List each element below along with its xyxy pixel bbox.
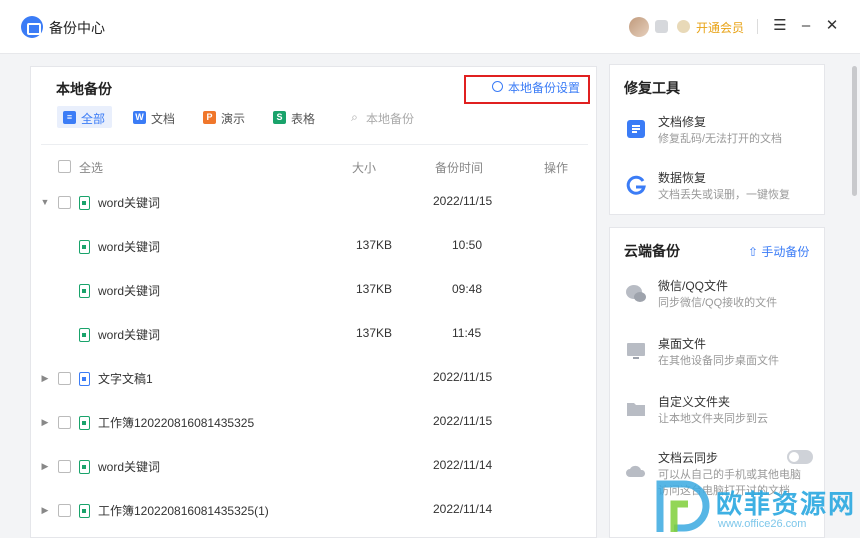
table-row[interactable]: ▼ word关键词 2022/11/15 [31,181,596,225]
vip-shield-icon [677,20,690,33]
header-backup-time: 备份时间 [435,161,484,175]
caret-right-icon[interactable]: ▶ [40,461,50,471]
folder-icon [624,397,648,421]
file-icon [79,504,90,518]
watermark-text: 欧菲资源网 [716,489,857,519]
member-badge-icon [655,20,668,33]
doc-cloud-sync-toggle[interactable] [787,450,813,464]
file-icon [79,240,90,254]
watermark-logo [656,480,710,532]
watermark-url: www.office26.com [718,518,807,530]
close-icon[interactable]: ✕ [822,16,842,36]
file-size: 137KB [356,326,393,340]
row-checkbox[interactable] [58,196,71,209]
table-row[interactable]: word关键词 137KB 09:48 [31,269,596,313]
filter-presentations[interactable]: P 演示 [197,106,252,128]
user-avatar[interactable] [629,17,649,37]
select-all-checkbox[interactable] [58,160,71,173]
table-row[interactable]: ▶ 工作簿120220816081435325(1) 2022/11/14 [31,489,596,533]
local-backup-settings-link[interactable]: 本地备份设置 [508,79,580,96]
desktop-icon [624,339,648,363]
file-name: word关键词 [98,284,161,298]
backup-time: 09:48 [452,282,483,296]
filter-documents[interactable]: W 文档 [127,106,182,128]
header-action: 操作 [544,161,569,175]
backup-time: 2022/11/14 [433,458,493,472]
minimize-icon[interactable]: – [796,16,816,36]
table-row[interactable]: ▶ 工作簿1202208160814353​25 2022/11/15 [31,401,596,445]
row-checkbox[interactable] [58,460,71,473]
data-recovery-item[interactable]: 数据恢复 文档丢失或误删，一键恢复 [610,165,824,215]
open-vip-link[interactable]: 开通会员 [696,19,744,36]
filter-all[interactable]: ≡ 全部 [57,106,112,128]
divider [757,19,758,34]
file-icon [79,416,90,430]
backup-app-icon [21,16,43,38]
file-icon [79,460,90,474]
custom-folder-item[interactable]: 自定义文件夹 让本地文件夹同步到云 [610,389,824,439]
upload-icon: ⇧ [748,245,762,259]
filter-spreadsheets[interactable]: S 表格 [267,106,322,128]
backup-time: 10:50 [452,238,483,252]
caret-right-icon[interactable]: ▶ [40,505,50,515]
backup-time: 2022/11/15 [433,194,493,208]
word-icon: W [133,111,146,124]
divider [41,144,588,145]
header-select-all: 全选 [79,161,104,175]
cloud-sync-icon [624,459,648,483]
table-row[interactable]: ▶ 文字文稿1 2022/11/15 [31,357,596,401]
file-name: word关键词 [98,196,161,210]
caret-down-icon[interactable]: ▼ [40,197,50,207]
local-backup-title: 本地备份 [56,81,112,97]
manual-backup-button[interactable]: ⇧ 手动备份 [748,243,809,260]
scrollbar[interactable] [852,66,857,196]
table-row[interactable]: word关键词 137KB 11:45 [31,313,596,357]
repair-tools-title: 修复工具 [624,80,680,96]
row-checkbox[interactable] [58,504,71,517]
search-local-backup[interactable]: ⌕ 本地备份 [342,106,422,128]
backup-time: 2022/11/15 [433,370,493,384]
header-size: 大小 [352,161,377,175]
data-recovery-icon [624,173,648,197]
local-backup-panel: 本地备份 本地备份设置 ≡ 全部 W 文档 P 演示 S 表格 ⌕ 本地备份 全… [30,66,597,538]
file-icon [79,196,90,210]
doc-repair-icon [624,117,648,141]
doc-repair-item[interactable]: 文档修复 修复乱码/无法打开的文档 [610,109,824,159]
settings-gear-icon[interactable] [492,81,503,92]
word-file-icon [79,372,90,386]
file-icon [79,328,90,342]
desktop-files-item[interactable]: 桌面文件 在其他设备同步桌面文件 [610,331,824,381]
app-title: 备份中心 [49,20,105,36]
file-size: 137KB [356,238,393,252]
search-icon: ⌕ [351,110,358,124]
wechat-qq-files-item[interactable]: 微信/QQ文件 同步微信/QQ接收的文件 [610,273,824,323]
file-name: 工作簿120220816081435325(1) [98,504,269,518]
title-bar: 备份中心 开通会员 ☰ – ✕ [0,0,860,54]
cloud-backup-title: 云端备份 [624,243,680,259]
file-name: 文字文稿1 [98,372,153,386]
row-checkbox[interactable] [58,416,71,429]
ppt-icon: P [203,111,216,124]
file-size: 137KB [356,282,393,296]
file-name: 工作簿1202208160814353​25 [98,416,255,430]
excel-icon: S [273,111,286,124]
backup-time: 11:45 [452,326,482,340]
row-checkbox[interactable] [58,372,71,385]
caret-right-icon[interactable]: ▶ [40,417,50,427]
caret-right-icon[interactable]: ▶ [40,373,50,383]
repair-tools-panel: 修复工具 文档修复 修复乱码/无法打开的文档 数据恢复 文档丢失或误删，一键恢复 [609,64,825,215]
file-name: word关键词 [98,460,161,474]
wechat-qq-icon [624,281,648,305]
table-row[interactable]: ▶ word关键词 2022/11/14 [31,445,596,489]
file-name: word关键词 [98,328,161,342]
file-name: word关键词 [98,240,161,254]
backup-time: 2022/11/14 [433,502,493,516]
menu-icon[interactable]: ☰ [770,16,790,36]
list-icon: ≡ [63,111,76,124]
table-row[interactable]: word关键词 137KB 10:50 [31,225,596,269]
file-icon [79,284,90,298]
backup-time: 2022/11/15 [433,414,493,428]
